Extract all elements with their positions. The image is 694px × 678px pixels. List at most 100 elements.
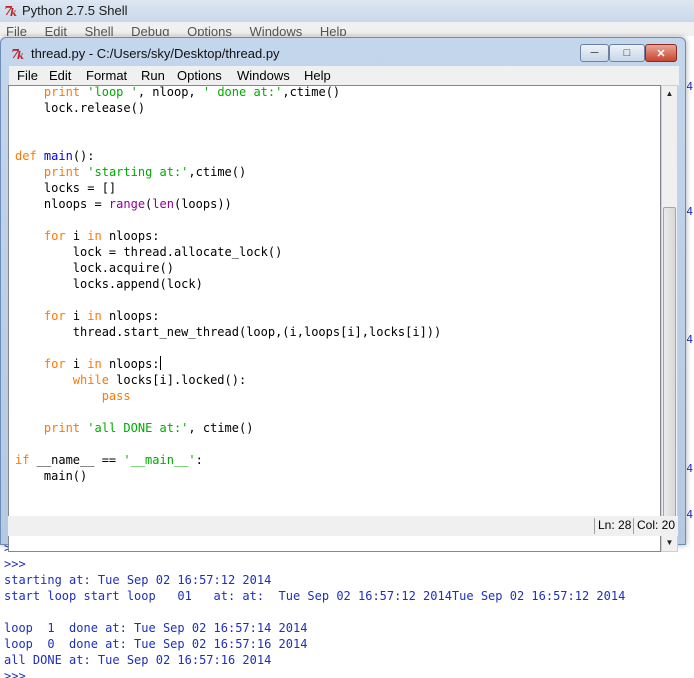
code-line: thread.start_new_thread(loop,(i,loops[i]… (15, 324, 441, 340)
menu-help[interactable]: Help (304, 68, 331, 83)
shell-output-line: loop 0 done at: Tue Sep 02 16:57:16 2014 (4, 637, 308, 651)
idle-logo-icon: 7 k (11, 47, 24, 60)
shell-edge-mark: 4 (686, 333, 693, 346)
code-token: len (152, 197, 174, 211)
code-token: in (87, 309, 102, 323)
code-token: main() (15, 469, 88, 483)
editor-titlebar[interactable]: 7 k thread.py - C:/Users/sky/Desktop/thr… (1, 38, 685, 64)
editor-menubar: File Edit Format Run Options Windows Hel… (9, 66, 679, 86)
code-token: i (65, 309, 88, 323)
menu-format[interactable]: Format (86, 68, 127, 83)
shell-menu-file[interactable]: File (6, 24, 27, 36)
code-token: nloops = (15, 197, 109, 211)
code-token: in (87, 229, 102, 243)
editor-window-title: thread.py - C:/Users/sky/Desktop/thread.… (31, 46, 280, 61)
svg-text:k: k (17, 51, 24, 60)
menu-run[interactable]: Run (141, 68, 165, 83)
code-token: lock.acquire() (15, 261, 174, 275)
code-line: def main(): (15, 148, 95, 164)
menu-options[interactable]: Options (177, 68, 222, 83)
shell-text-edge: 4 4 4 4 4 (686, 40, 694, 540)
shell-output-line: all DONE at: Tue Sep 02 16:57:16 2014 (4, 653, 272, 667)
shell-output-line: starting at: Tue Sep 02 16:57:12 2014 (4, 573, 272, 587)
code-token: 'all DONE at:' (87, 421, 189, 435)
code-token: 'loop ' (87, 85, 138, 99)
code-line: print 'all DONE at:', ctime() (15, 420, 254, 436)
shell-window-title: Python 2.7.5 Shell (22, 3, 128, 18)
code-token: locks.append(lock) (15, 277, 203, 291)
code-token: ,ctime() (188, 165, 247, 179)
code-token: lock.release() (15, 101, 146, 115)
status-column-number: Col: 20 (633, 518, 675, 534)
shell-menu-options[interactable]: Options (187, 24, 232, 36)
scroll-up-arrow-icon[interactable]: ▲ (662, 86, 677, 102)
code-token: range (108, 197, 146, 211)
code-token: ' done at:' (202, 85, 283, 99)
menu-file[interactable]: File (17, 68, 38, 83)
shell-menu-edit[interactable]: Edit (45, 24, 67, 36)
code-line: for i in nloops: (15, 308, 160, 324)
code-token: print (43, 85, 81, 99)
code-token: (loops)) (173, 197, 232, 211)
shell-output-line: >>> (4, 557, 26, 571)
shell-menu-shell[interactable]: Shell (85, 24, 114, 36)
code-token: main (43, 149, 73, 163)
menu-windows[interactable]: Windows (237, 68, 290, 83)
code-token: locks = [] (15, 181, 117, 195)
code-token: '__main__' (123, 453, 196, 467)
shell-output-line: loop 1 done at: Tue Sep 02 16:57:14 2014 (4, 621, 308, 635)
code-editor-text[interactable]: print 'loop ', nloop, ' done at:',ctime(… (8, 85, 661, 552)
shell-menubar: File Edit Shell Debug Options Windows He… (0, 22, 694, 36)
idle-logo-icon: 7 k (4, 4, 17, 17)
code-token: __name__ == (29, 453, 124, 467)
code-token: lock = thread.allocate_lock() (15, 245, 283, 259)
scroll-down-arrow-icon[interactable]: ▼ (662, 535, 677, 551)
shell-edge-mark: 4 (686, 80, 693, 93)
code-token: in (87, 357, 102, 371)
shell-titlebar: 7 k Python 2.7.5 Shell (0, 0, 694, 23)
shell-output-line: start loop start loop 01 at: at: Tue Sep… (4, 589, 626, 603)
shell-menu-windows[interactable]: Windows (250, 24, 303, 36)
code-token: if (15, 453, 30, 467)
shell-menu-debug[interactable]: Debug (131, 24, 169, 36)
text-cursor (159, 356, 161, 370)
code-token: nloops: (101, 229, 160, 243)
minimize-button[interactable]: ─ (580, 44, 609, 62)
code-token: def (15, 149, 37, 163)
code-token: i (65, 357, 88, 371)
code-token: for (43, 357, 66, 371)
code-line: locks.append(lock) (15, 276, 203, 292)
code-line: main() (15, 468, 87, 484)
code-token: locks[i].locked(): (108, 373, 247, 387)
code-token: print (43, 165, 81, 179)
code-line: while locks[i].locked(): (15, 372, 246, 388)
scrollbar-thumb[interactable] (663, 207, 676, 533)
vertical-scrollbar[interactable]: ▲ ▼ (661, 85, 678, 552)
shell-menu-help[interactable]: Help (320, 24, 347, 36)
code-token: , ctime() (188, 421, 254, 435)
code-token: pass (101, 389, 131, 403)
shell-output[interactable]: >>> ================================ RES… (0, 541, 694, 678)
maximize-button[interactable]: □ (609, 44, 645, 62)
status-line-number: Ln: 28 (594, 518, 631, 534)
code-token: while (72, 373, 109, 387)
code-token: 'starting at:' (87, 165, 189, 179)
code-token: print (43, 421, 81, 435)
code-line: pass (15, 388, 131, 404)
close-button[interactable]: ✕ (645, 44, 677, 62)
code-token: (): (72, 149, 95, 163)
code-token: , nloop, (137, 85, 203, 99)
code-line: for i in nloops: (15, 356, 161, 372)
code-token: ,ctime() (282, 85, 341, 99)
code-token: nloops: (101, 357, 160, 371)
code-line: if __name__ == '__main__': (15, 452, 203, 468)
menu-edit[interactable]: Edit (49, 68, 71, 83)
